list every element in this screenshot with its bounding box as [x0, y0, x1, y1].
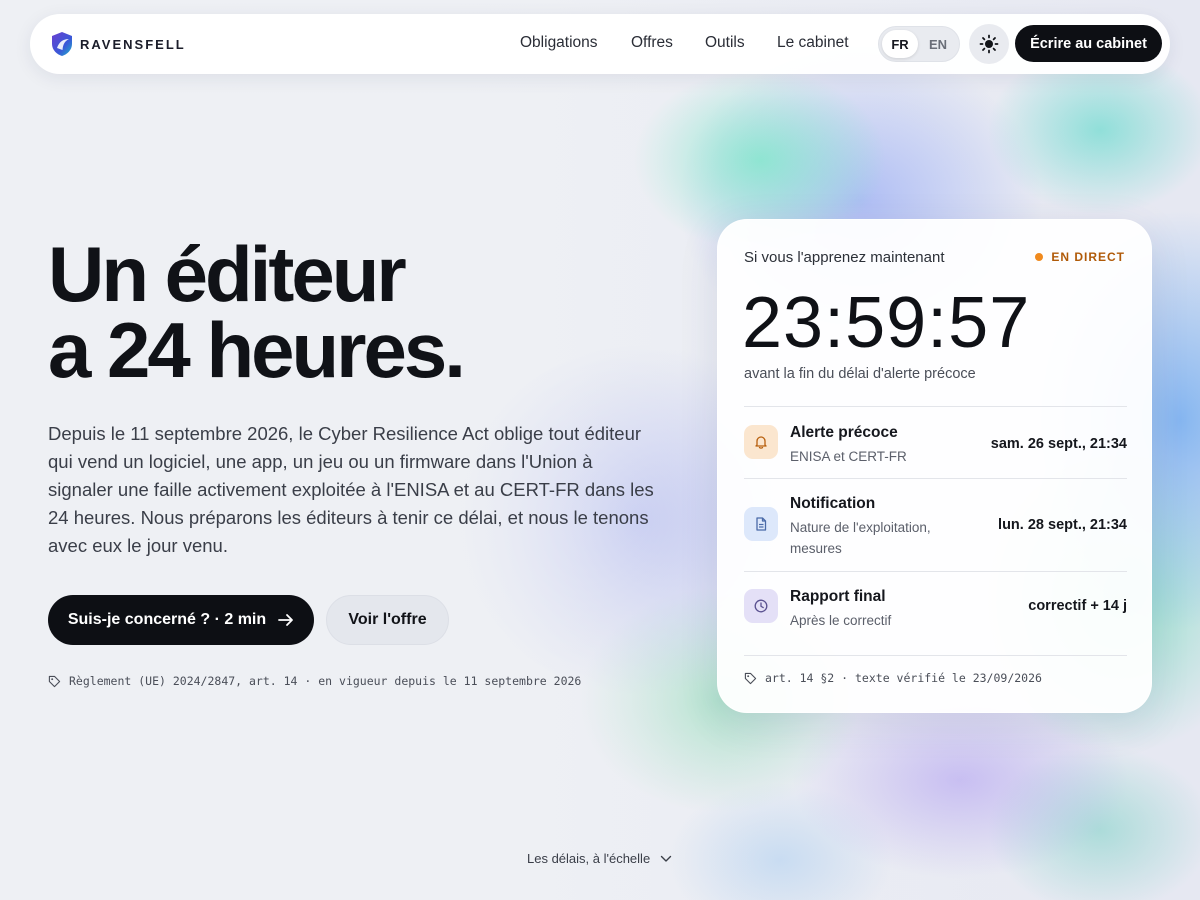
eligibility-check-button[interactable]: Suis-je concerné ? · 2 min [48, 595, 314, 645]
hero-title-line-1: Un éditeur [48, 230, 407, 318]
nav-link-le-cabinet[interactable]: Le cabinet [777, 34, 849, 52]
language-option-en[interactable]: EN [920, 30, 956, 58]
raven-logo-icon [52, 32, 72, 56]
eligibility-check-label: Suis-je concerné ? · 2 min [67, 611, 267, 628]
live-dot-icon [1035, 253, 1044, 261]
deadline-row-early-warning: Alerte précoce ENISA et CERT-FR sam. 26 … [744, 424, 1127, 474]
nav-link-obligations[interactable]: Obligations [520, 34, 598, 52]
deadline-row-final-report: Rapport final Après le correctif correct… [744, 588, 1127, 638]
top-navbar: RAVENSFELL Obligations Offres Outils Le … [30, 14, 1170, 74]
deadline-row-title: Rapport final [790, 588, 886, 605]
card-divider [744, 655, 1127, 656]
legal-reference-text: Règlement (UE) 2024/2847, art. 14 · en v… [69, 674, 582, 688]
tag-icon [744, 672, 757, 684]
deadline-row-notification: Notification Nature de l'exploitation, m… [744, 495, 1127, 565]
theme-toggle-button[interactable] [969, 24, 1009, 64]
card-divider [744, 406, 1127, 407]
legal-reference: Règlement (UE) 2024/2847, art. 14 · en v… [48, 674, 581, 688]
countdown-caption: avant la fin du délai d'alerte précoce [744, 366, 976, 382]
countdown-card: Si vous l'apprenez maintenant EN DIRECT … [717, 219, 1152, 713]
deadline-row-value: sam. 26 sept., 21:34 [990, 436, 1127, 452]
nav-link-outils[interactable]: Outils [705, 34, 745, 52]
nav-link-offres[interactable]: Offres [631, 34, 673, 52]
deadline-row-subtitle: Après le correctif [790, 613, 892, 628]
countdown-timer: 23:59:57 [742, 283, 1031, 363]
deadline-row-value: correctif + 14 j [1028, 598, 1127, 614]
clock-icon [744, 589, 778, 623]
bell-icon [744, 425, 778, 459]
deadline-row-value: lun. 28 sept., 21:34 [998, 517, 1127, 533]
hero-title-line-2: a 24 heures. [48, 306, 466, 394]
card-footnote-text: art. 14 §2 · texte vérifié le 23/09/2026 [765, 671, 1042, 685]
contact-cabinet-button[interactable]: Écrire au cabinet [1015, 25, 1162, 62]
arrow-right-icon [278, 614, 294, 626]
card-divider [744, 571, 1127, 572]
card-divider [744, 478, 1127, 479]
scroll-hint-link[interactable]: Les délais, à l'échelle [527, 851, 672, 866]
view-offer-button[interactable]: Voir l'offre [326, 595, 449, 645]
deadline-row-subtitle: ENISA et CERT-FR [790, 449, 907, 464]
deadline-row-title: Notification [790, 495, 876, 512]
brand-name: RAVENSFELL [80, 36, 186, 52]
card-footnote: art. 14 §2 · texte vérifié le 23/09/2026 [744, 671, 1042, 685]
deadline-row-subtitle: Nature de l'exploitation, mesures [790, 520, 931, 556]
hero-title: Un éditeur a 24 heures. [48, 230, 466, 394]
brand-logo[interactable]: RAVENSFELL [50, 31, 186, 57]
sun-icon [979, 34, 999, 54]
hero-description: Depuis le 11 septembre 2026, le Cyber Re… [48, 423, 654, 556]
live-status-badge: EN DIRECT [1035, 250, 1125, 264]
language-option-fr[interactable]: FR [882, 30, 918, 58]
deadline-row-title: Alerte précoce [790, 424, 898, 441]
language-switcher: FR EN [878, 26, 960, 62]
live-status-label: EN DIRECT [1051, 250, 1125, 264]
scroll-hint-label: Les délais, à l'échelle [527, 851, 651, 866]
countdown-card-heading: Si vous l'apprenez maintenant [744, 249, 945, 266]
document-icon [744, 507, 778, 541]
tag-icon [48, 675, 61, 687]
chevron-down-icon [660, 855, 672, 862]
